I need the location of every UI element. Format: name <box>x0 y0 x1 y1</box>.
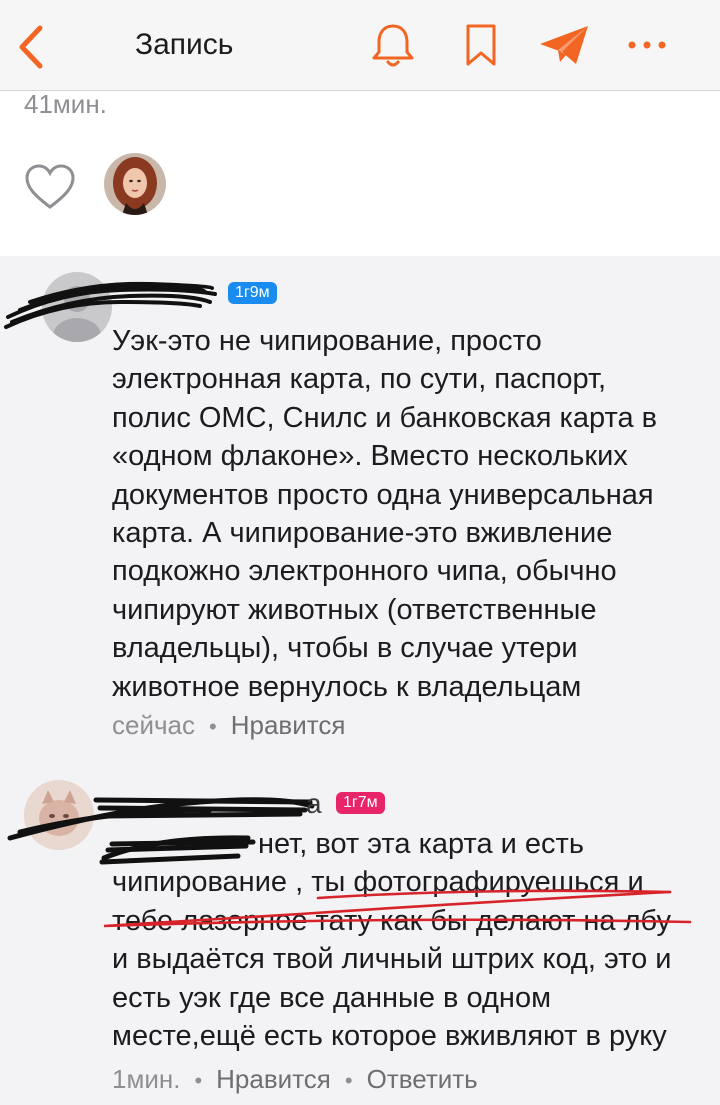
top-nav-bar: Запись <box>0 0 720 91</box>
username[interactable]: a <box>306 788 322 820</box>
age-badge: 1г9м <box>228 282 277 304</box>
post-footer: 41мин. <box>0 89 720 256</box>
separator-dot: • <box>194 1068 203 1093</box>
bell-icon[interactable] <box>368 20 418 70</box>
comment-timestamp: 1мин. <box>112 1064 181 1094</box>
comment-text: Уэк-это не чипирование, просто электронн… <box>112 325 658 703</box>
like-comment-button[interactable]: Нравится <box>216 1064 331 1094</box>
user-avatar[interactable] <box>24 780 94 850</box>
separator-dot: • <box>344 1068 353 1093</box>
reply-button[interactable]: Ответить <box>367 1064 478 1094</box>
comment-item: a 1г7м нет, вот эта карта и есть чипиров… <box>0 770 720 1105</box>
age-badge: 1г7м <box>336 792 385 814</box>
user-avatar[interactable] <box>42 272 112 342</box>
page-title: Запись <box>135 28 234 61</box>
comment-meta: 1мин. • Нравится • Ответить <box>112 1064 478 1095</box>
liker-avatar[interactable] <box>104 153 166 215</box>
comment-timestamp: сейчас <box>112 710 195 740</box>
send-icon[interactable] <box>536 20 592 70</box>
comment-item: 1г9м Уэк-это не чипирование, просто элек… <box>0 262 720 742</box>
comment-meta: сейчас • Нравится <box>112 710 345 741</box>
comment-text: нет, вот эта карта и есть чипирование , … <box>112 828 672 1053</box>
chevron-left-icon[interactable] <box>12 22 52 72</box>
like-comment-button[interactable]: Нравится <box>231 710 346 740</box>
bookmark-icon[interactable] <box>456 20 506 70</box>
more-dots-icon[interactable] <box>622 20 672 70</box>
heart-outline-icon[interactable] <box>24 163 76 211</box>
post-timestamp: 41мин. <box>24 89 107 119</box>
separator-dot: • <box>209 714 217 739</box>
